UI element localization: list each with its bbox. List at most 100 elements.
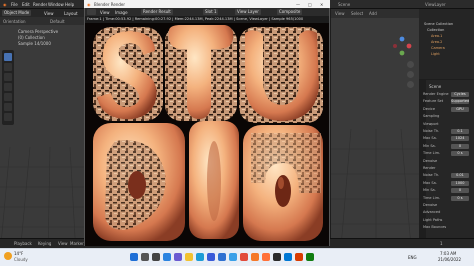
property-field[interactable]: 0 [451, 143, 469, 149]
outliner-light[interactable]: Light [431, 52, 440, 57]
app-icon-1[interactable] [273, 253, 281, 261]
mail-icon[interactable] [218, 253, 226, 261]
widgets-icon[interactable] [163, 253, 171, 261]
outliner-area2[interactable]: Area.2 [431, 40, 442, 45]
render-window-logo-icon: ◉ [87, 2, 91, 7]
rv-select-menu[interactable]: Select [351, 11, 363, 16]
maximize-button[interactable]: □ [308, 2, 312, 7]
close-button[interactable]: ✕ [320, 2, 323, 7]
property-field[interactable]: 1000 [451, 180, 469, 186]
outliner-area1[interactable]: Area.1 [431, 34, 442, 39]
scale-tool-icon[interactable] [4, 93, 12, 101]
start-icon[interactable] [130, 253, 138, 261]
property-label: Time Lim. [423, 151, 441, 156]
property-field[interactable]: Supported [451, 99, 469, 105]
outliner-camera[interactable]: Camera [431, 46, 445, 51]
search-taskbar-icon[interactable] [141, 253, 149, 261]
rv-add-menu[interactable]: Add [369, 11, 377, 16]
blender-icon[interactable] [251, 253, 259, 261]
photos-icon[interactable] [229, 253, 237, 261]
outliner-scene-collection[interactable]: Scene Collection [424, 22, 453, 27]
select-tool-icon[interactable] [4, 53, 12, 61]
property-row: Min Sa. 0 [421, 188, 471, 194]
property-row: Noise Th. 0.01 [421, 173, 471, 179]
render-canvas[interactable] [85, 23, 329, 246]
property-label: Noise Th. [423, 129, 440, 133]
menu-window[interactable]: Window [48, 2, 64, 7]
scene-selector[interactable]: Scene [338, 2, 350, 7]
task-view-icon[interactable] [152, 253, 160, 261]
property-field[interactable]: 0.1 [451, 129, 469, 134]
app-icon-2[interactable] [284, 253, 292, 261]
property-field[interactable]: 1024 [451, 136, 469, 142]
clock-time[interactable]: 7:03 AM [440, 251, 456, 256]
rotate-tool-icon[interactable] [4, 83, 12, 91]
measure-tool-icon[interactable] [4, 113, 12, 121]
property-field[interactable]: 0.01 [451, 173, 469, 179]
property-field[interactable]: 0 [451, 188, 469, 194]
rv-view-menu[interactable]: View [335, 11, 345, 16]
render-result-dropdown[interactable]: Render Result [141, 9, 173, 15]
explorer-icon[interactable] [185, 253, 193, 261]
property-field[interactable]: Cycles [451, 92, 469, 97]
timeline-view-menu[interactable]: View [58, 241, 68, 246]
property-label: Light Paths [423, 217, 443, 222]
edge-icon[interactable] [196, 253, 204, 261]
menu-help[interactable]: Help [65, 2, 74, 7]
property-row: Device GPU [421, 106, 471, 112]
right-viewport-grid [331, 129, 419, 247]
cursor-tool-icon[interactable] [4, 63, 12, 71]
slot-dropdown[interactable]: Slot 1 [203, 9, 219, 15]
object-mode-dropdown[interactable]: Object Mode [2, 10, 32, 16]
chrome-icon[interactable] [240, 253, 248, 261]
zoom-icon[interactable] [407, 61, 414, 68]
app-icon-3[interactable] [295, 253, 303, 261]
sample-count-label: Sample 14/1000 [18, 41, 51, 46]
rw-view-menu[interactable]: View [100, 10, 110, 15]
pan-icon[interactable] [407, 71, 414, 78]
layout-menu[interactable]: Layout [64, 11, 78, 16]
keying-menu[interactable]: Keying [38, 241, 51, 246]
rw-image-menu[interactable]: Image [115, 10, 128, 15]
property-field[interactable]: 0 s [451, 195, 469, 201]
view-menu[interactable]: View [44, 11, 54, 16]
composite-dropdown[interactable]: Composite [277, 9, 303, 15]
weather-icon[interactable] [4, 252, 12, 260]
property-field[interactable]: 0 s [451, 151, 469, 157]
default-dropdown[interactable]: Default [50, 19, 65, 24]
menu-render[interactable]: Render [33, 2, 47, 7]
property-label: Max Sa. [423, 136, 437, 141]
property-label: Noise Th. [423, 173, 440, 178]
move-tool-icon[interactable] [4, 73, 12, 81]
minimize-button[interactable]: — [296, 2, 300, 7]
chat-icon[interactable] [174, 253, 182, 261]
property-row: Advanced [421, 210, 471, 215]
right-viewport-header: View Select Add [331, 9, 419, 18]
property-label: Render Engine [423, 92, 449, 96]
right-3d-viewport[interactable] [331, 9, 419, 247]
property-field[interactable]: GPU [451, 106, 469, 112]
editor-type-icon[interactable] [87, 9, 96, 15]
store-icon[interactable] [207, 253, 215, 261]
lang-indicator[interactable]: ENG [408, 255, 417, 260]
playback-menu[interactable]: Playback [14, 241, 32, 246]
property-row: Max Bounces [421, 225, 471, 230]
clock-date[interactable]: 21/06/2022 [438, 257, 461, 262]
app-icon-4[interactable] [306, 253, 314, 261]
camera-view-icon[interactable] [407, 81, 414, 88]
current-frame[interactable]: 1 [440, 241, 443, 246]
orientation-label[interactable]: Orientation [3, 19, 26, 24]
render-window-titlebar: ◉ Blender Render — □ ✕ [84, 0, 330, 8]
outliner-collection[interactable]: Collection [427, 28, 444, 33]
marker-menu[interactable]: Marker [70, 241, 84, 246]
firefox-icon[interactable] [262, 253, 270, 261]
blender-logo-icon[interactable]: ◉ [3, 2, 7, 7]
view-layer-dropdown[interactable]: View Layer [235, 9, 261, 15]
menu-file[interactable]: File [11, 2, 18, 7]
annotate-tool-icon[interactable] [4, 103, 12, 111]
viewlayer-selector[interactable]: ViewLayer [425, 2, 446, 7]
weather-desc[interactable]: Cloudy [14, 257, 28, 262]
weather-temp[interactable]: 14°F [14, 251, 23, 256]
navigation-gizmo-icon[interactable] [391, 35, 413, 57]
menu-edit[interactable]: Edit [22, 2, 30, 7]
